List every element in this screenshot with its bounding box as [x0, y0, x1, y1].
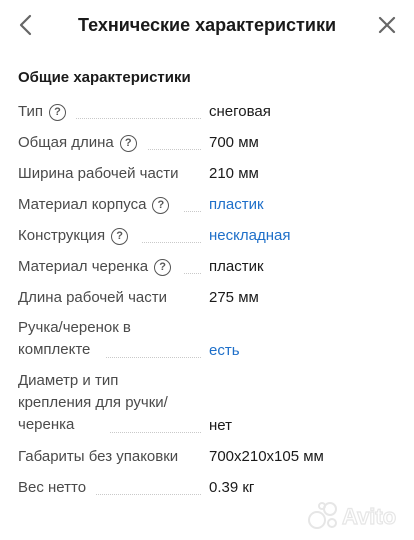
- watermark-text: Avito: [342, 504, 396, 529]
- spec-value: 210 мм: [209, 165, 259, 182]
- spec-value-link[interactable]: нескладная: [209, 225, 290, 247]
- spec-row-handle-material: Материал черенка? пластик: [0, 255, 414, 279]
- dotted-leader: [142, 242, 201, 243]
- spec-value: снеговая: [209, 103, 271, 120]
- close-button[interactable]: [372, 10, 402, 40]
- spec-row-working-length: Длина рабочей части 275 мм: [0, 286, 414, 310]
- dotted-leader: [96, 494, 201, 495]
- spec-label: Габариты без упаковки: [18, 448, 179, 465]
- spec-label: Конструкция: [18, 227, 106, 244]
- dotted-leader: [184, 273, 201, 274]
- help-icon[interactable]: ?: [111, 228, 129, 245]
- avito-watermark: Avito: [306, 500, 406, 530]
- spec-label: Диаметр и тип крепления для ручки/черенк…: [18, 372, 168, 433]
- spec-label: Длина рабочей части: [18, 289, 167, 306]
- spec-value: 0.39 кг: [209, 479, 255, 496]
- spec-label: Материал корпуса: [18, 196, 147, 213]
- dotted-leader: [148, 149, 201, 150]
- spec-value-link[interactable]: пластик: [209, 194, 264, 216]
- dotted-leader: [106, 357, 201, 358]
- spec-value: 700x210x105 мм: [209, 448, 324, 465]
- spec-label: Материал черенка: [18, 258, 149, 275]
- dotted-leader: [184, 211, 201, 212]
- help-icon[interactable]: ?: [119, 135, 137, 152]
- spec-row-handle-included: Ручка/черенок в комплекте есть: [0, 317, 414, 363]
- spec-value-link[interactable]: есть: [209, 340, 240, 362]
- spec-label: Ручка/черенок в комплекте: [18, 319, 131, 358]
- spec-row-total-length: Общая длина? 700 мм: [0, 131, 414, 155]
- spec-row-construction: Конструкция? нескладная: [0, 224, 414, 248]
- dotted-leader: [110, 432, 201, 433]
- spec-label: Общая длина: [18, 134, 114, 151]
- help-icon[interactable]: ?: [49, 104, 67, 121]
- spec-row-working-width: Ширина рабочей части 210 мм: [0, 162, 414, 186]
- spec-label: Вес нетто: [18, 479, 87, 496]
- spec-row-mount-type: Диаметр и тип крепления для ручки/черенк…: [0, 370, 414, 438]
- avito-logo-icon: Avito: [308, 502, 397, 530]
- page-title: Технические характеристики: [77, 15, 337, 35]
- spec-row-net-weight: Вес нетто 0.39 кг: [0, 476, 414, 500]
- spec-label: Тип: [18, 103, 44, 120]
- dotted-leader: [76, 118, 201, 119]
- spec-label: Ширина рабочей части: [18, 165, 179, 182]
- spec-value: 275 мм: [209, 289, 259, 306]
- spec-row-body-material: Материал корпуса? пластик: [0, 193, 414, 217]
- spec-row-dimensions: Габариты без упаковки 700x210x105 мм: [0, 445, 414, 469]
- section-title: Общие характеристики: [18, 69, 191, 86]
- spec-value: нет: [209, 417, 232, 434]
- spec-value: пластик: [209, 258, 264, 275]
- spec-value: 700 мм: [209, 134, 259, 151]
- spec-row-type: Тип? снеговая: [0, 100, 414, 124]
- help-icon[interactable]: ?: [152, 197, 170, 214]
- close-icon: [378, 16, 396, 34]
- help-icon[interactable]: ?: [154, 259, 172, 276]
- top-bar: Технические характеристики: [0, 0, 414, 50]
